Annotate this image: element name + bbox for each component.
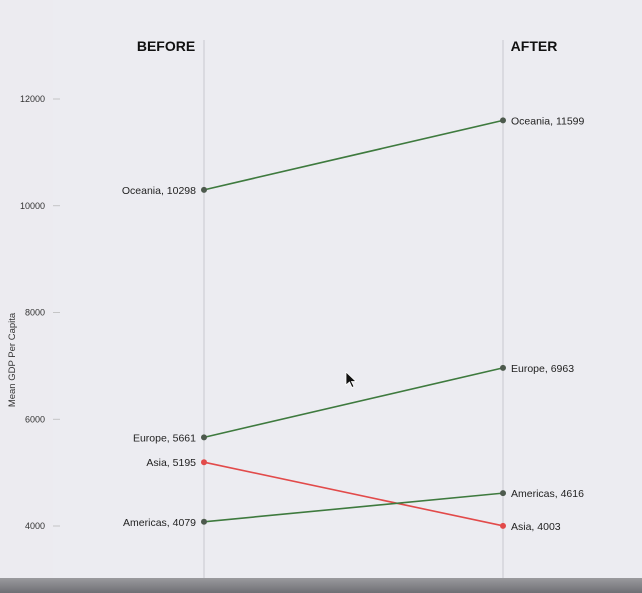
y-axis-label: Mean GDP Per Capita: [7, 312, 18, 407]
label-after-asia: Asia, 4003: [511, 521, 561, 533]
series-line-asia: [203, 461, 504, 527]
series-line-americas: [203, 492, 504, 523]
point-after-americas: [500, 490, 506, 497]
y-tick-label: 10000: [20, 201, 45, 211]
point-before-europe: [201, 434, 207, 441]
point-after-oceania: [500, 117, 506, 124]
label-after-oceania: Oceania, 11599: [511, 115, 585, 127]
slope-chart: 4000600080001000012000 Oceania, 10298Oce…: [7, 38, 585, 593]
point-before-oceania: [201, 186, 207, 193]
y-tick-label: 12000: [20, 94, 45, 104]
label-before-europe: Europe, 5661: [133, 432, 196, 444]
series-line-europe: [203, 367, 504, 439]
y-tick-label: 6000: [25, 414, 45, 424]
label-before-americas: Americas, 4079: [123, 517, 196, 529]
series-line-oceania: [203, 119, 504, 191]
y-tick-label: 8000: [25, 308, 45, 318]
column-header-before: BEFORE: [137, 38, 195, 54]
label-after-americas: Americas, 4616: [511, 488, 584, 500]
label-before-asia: Asia, 5195: [146, 457, 196, 469]
pointer-arrow-icon: [345, 371, 358, 389]
label-before-oceania: Oceania, 10298: [122, 185, 196, 197]
point-after-europe: [500, 364, 506, 371]
point-before-americas: [201, 518, 207, 525]
column-header-after: AFTER: [511, 38, 558, 54]
y-tick-label: 4000: [25, 521, 45, 531]
series-lines: [201, 117, 506, 529]
data-labels: Oceania, 10298 Oceania, 11599 Europe, 5661…: [122, 115, 585, 532]
chart-frame: 4000 6000 8000 10000 12000 Oceania, 10298 Oce…: [0, 0, 642, 593]
point-after-asia: [500, 522, 506, 529]
label-after-europe: Europe, 6963: [511, 363, 574, 375]
point-before-asia: [201, 459, 207, 466]
bottom-bar: [0, 578, 642, 593]
